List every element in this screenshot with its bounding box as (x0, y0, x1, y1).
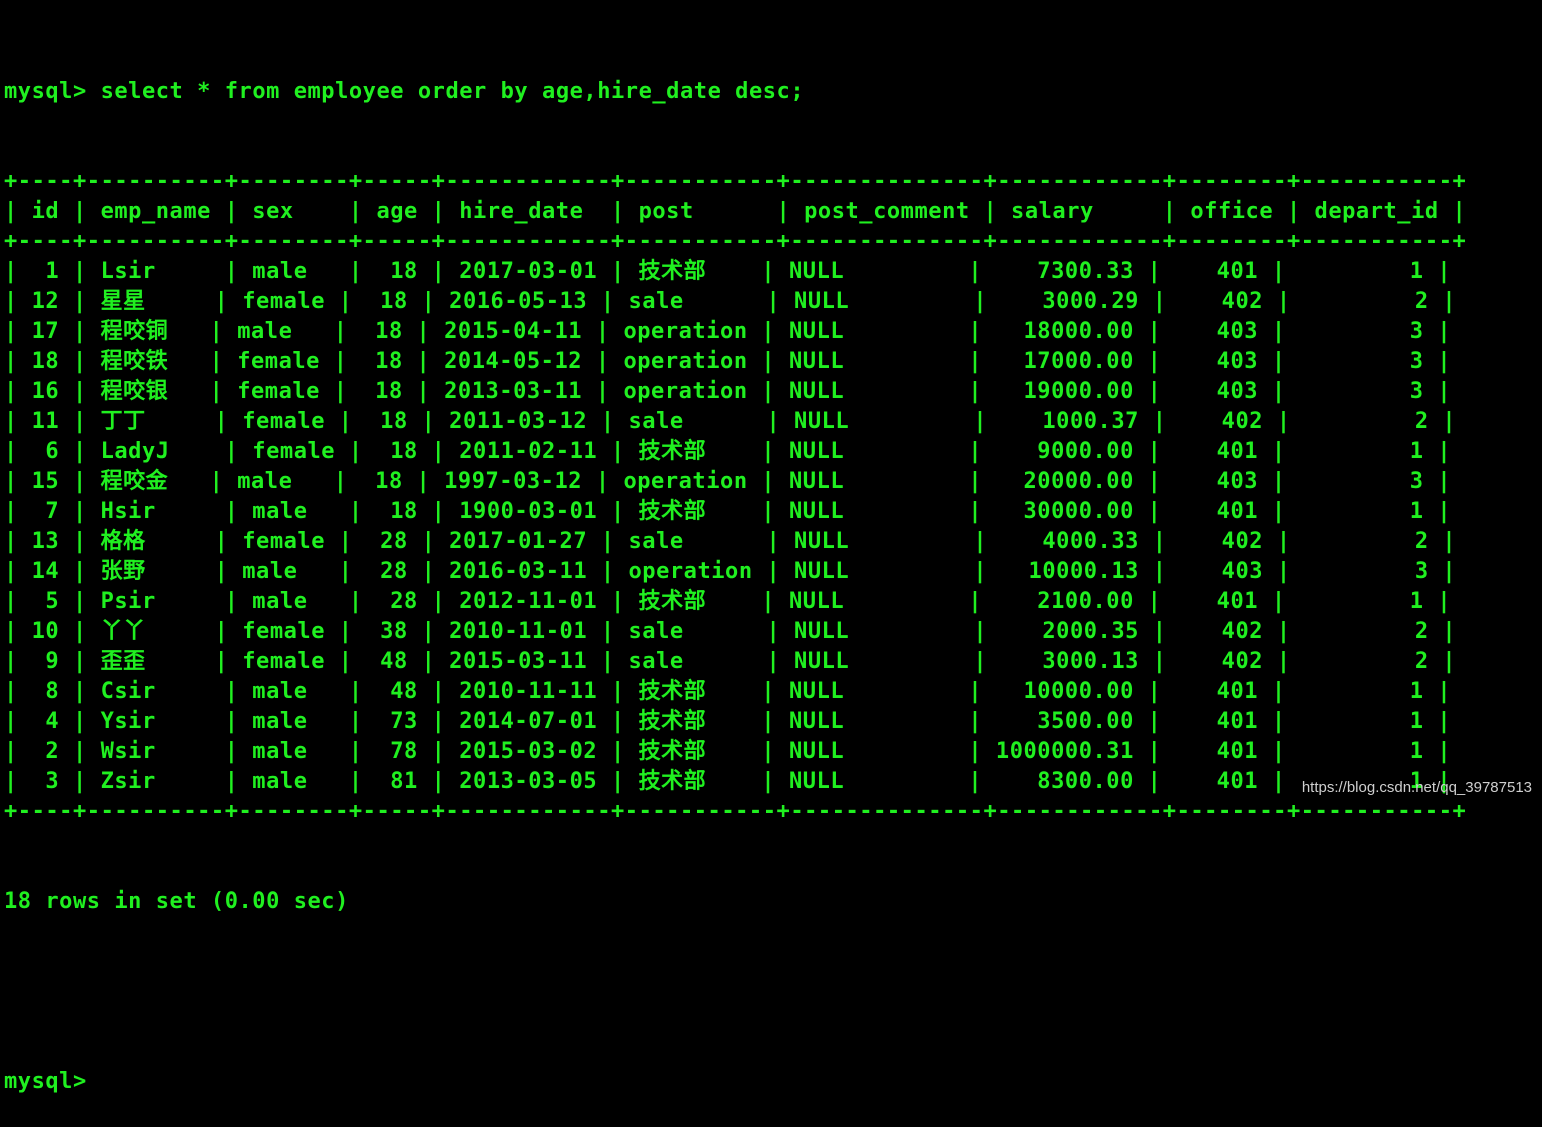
table-row: | 9 | 歪歪 | female | 48 | 2015-03-11 | sa… (4, 649, 1457, 674)
result-summary: 18 rows in set (0.00 sec) (4, 889, 349, 914)
table-row: | 12 | 星星 | female | 18 | 2016-05-13 | s… (4, 289, 1457, 314)
table-row: | 7 | Hsir | male | 18 | 1900-03-01 | 技术… (4, 499, 1452, 524)
final-prompt: mysql> (4, 1069, 101, 1094)
table-border: +----+----------+--------+-----+--------… (4, 229, 1467, 254)
prompt: mysql> (4, 79, 101, 104)
table-row: | 5 | Psir | male | 28 | 2012-11-01 | 技术… (4, 589, 1452, 614)
table-row: | 8 | Csir | male | 48 | 2010-11-11 | 技术… (4, 679, 1452, 704)
table-row: | 1 | Lsir | male | 18 | 2017-03-01 | 技术… (4, 259, 1452, 284)
table-row: | 2 | Wsir | male | 78 | 2015-03-02 | 技术… (4, 739, 1452, 764)
table-row: | 6 | LadyJ | female | 18 | 2011-02-11 |… (4, 439, 1452, 464)
table-row: | 16 | 程咬银 | female | 18 | 2013-03-11 | … (4, 379, 1452, 404)
table-row: | 18 | 程咬铁 | female | 18 | 2014-05-12 | … (4, 349, 1452, 374)
terminal-output[interactable]: mysql> select * from employee order by a… (4, 17, 1466, 1127)
table-row: | 13 | 格格 | female | 28 | 2017-01-27 | s… (4, 529, 1457, 554)
table-row: | 3 | Zsir | male | 81 | 2013-03-05 | 技术… (4, 769, 1452, 794)
table-row: | 14 | 张野 | male | 28 | 2016-03-11 | ope… (4, 559, 1457, 584)
table-row: | 11 | 丁丁 | female | 18 | 2011-03-12 | s… (4, 409, 1457, 434)
table-header-row: | id | emp_name | sex | age | hire_date … (4, 199, 1467, 224)
watermark: https://blog.csdn.net/qq_39787513 (1301, 779, 1532, 796)
result-table: +----+----------+--------+-----+--------… (4, 167, 1466, 827)
table-row: | 17 | 程咬铜 | male | 18 | 2015-04-11 | op… (4, 319, 1452, 344)
table-row: | 10 | 丫丫 | female | 38 | 2010-11-01 | s… (4, 619, 1457, 644)
prompt-line[interactable]: mysql> (4, 1067, 1466, 1097)
command-line: mysql> select * from employee order by a… (4, 77, 1466, 107)
command-text: select * from employee order by age,hire… (100, 79, 805, 104)
table-row: | 4 | Ysir | male | 73 | 2014-07-01 | 技术… (4, 709, 1452, 734)
table-row: | 15 | 程咬金 | male | 18 | 1997-03-12 | op… (4, 469, 1452, 494)
table-border: +----+----------+--------+-----+--------… (4, 169, 1467, 194)
table-border: +----+----------+--------+-----+--------… (4, 799, 1467, 824)
